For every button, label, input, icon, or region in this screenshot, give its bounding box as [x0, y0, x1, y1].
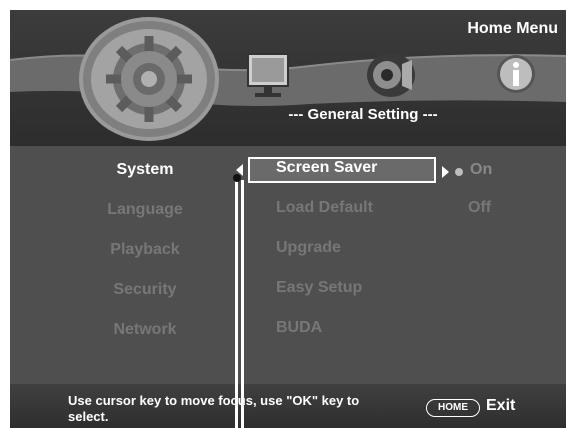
tab-information[interactable] [496, 54, 536, 99]
value-item-on[interactable]: On [470, 161, 492, 179]
category-item-playback[interactable]: Playback [70, 238, 220, 278]
category-item-network[interactable]: Network [70, 318, 220, 358]
speaker-icon [367, 53, 415, 97]
page-title: Home Menu [467, 20, 558, 37]
gear-icon [79, 17, 219, 141]
category-list: System Language Playback Security Networ… [70, 158, 220, 358]
section-title: --- General Setting --- [288, 106, 438, 123]
option-item-screen-saver[interactable]: Screen Saver [276, 159, 377, 177]
option-item-upgrade[interactable]: Upgrade [276, 239, 341, 257]
option-item-easy-setup[interactable]: Easy Setup [276, 279, 362, 297]
radio-dot-icon [455, 168, 463, 176]
option-item-buda[interactable]: BUDA [276, 319, 322, 337]
monitor-icon [247, 53, 289, 97]
pointer-dot-icon [233, 174, 241, 182]
tab-audio[interactable] [366, 52, 416, 103]
pointer-line-left [235, 180, 238, 428]
tab-display[interactable] [246, 52, 290, 105]
pointer-line-right [241, 180, 244, 428]
option-item-load-default[interactable]: Load Default [276, 199, 373, 217]
exit-label: Exit [486, 397, 516, 414]
home-menu-screen: Home Menu --- General Setting --- System… [10, 10, 566, 428]
category-item-system[interactable]: System [70, 158, 220, 198]
info-icon [497, 55, 535, 93]
value-item-off[interactable]: Off [468, 199, 491, 217]
footer-hint: Use cursor key to move focus, use "OK" k… [68, 393, 360, 424]
category-item-security[interactable]: Security [70, 278, 220, 318]
tab-general-setting[interactable] [78, 16, 220, 142]
category-item-language[interactable]: Language [70, 198, 220, 238]
home-button[interactable]: HOME [426, 399, 480, 417]
right-arrow-icon [442, 166, 449, 178]
